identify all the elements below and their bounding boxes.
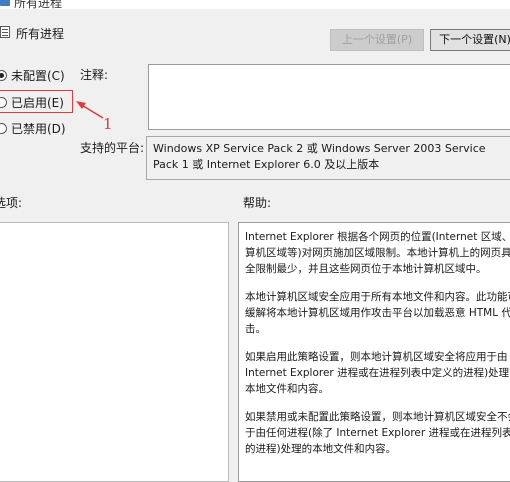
annotation-number: 1 bbox=[103, 115, 113, 133]
comment-label: 注释: bbox=[80, 68, 109, 82]
supported-platform-label: 支持的平台: bbox=[80, 141, 145, 155]
options-section-label: 选项: bbox=[0, 196, 23, 210]
help-paragraph: Internet Explorer 根据各个网页的位置(Internet 区域、… bbox=[245, 231, 510, 275]
supported-platform-text: Windows XP Service Pack 2 或 Windows Serv… bbox=[146, 136, 510, 180]
options-panel bbox=[0, 222, 229, 482]
help-panel: Internet Explorer 根据各个网页的位置(Internet 区域、… bbox=[238, 222, 510, 482]
help-paragraph: 本地计算机区域安全应用于所有本地文件和内容。此功能可帮助缓解将本地计算机区域用作… bbox=[245, 291, 510, 335]
comment-textarea[interactable] bbox=[148, 64, 510, 130]
help-section-label: 帮助: bbox=[243, 196, 272, 210]
help-paragraph: 如果禁用或未配置此策略设置，则本地计算机区域安全不会应用于由任何进程(除了 In… bbox=[245, 411, 510, 455]
help-paragraph: 如果启用此策略设置，则本地计算机区域安全将应用于由 Internet Explo… bbox=[245, 351, 510, 395]
